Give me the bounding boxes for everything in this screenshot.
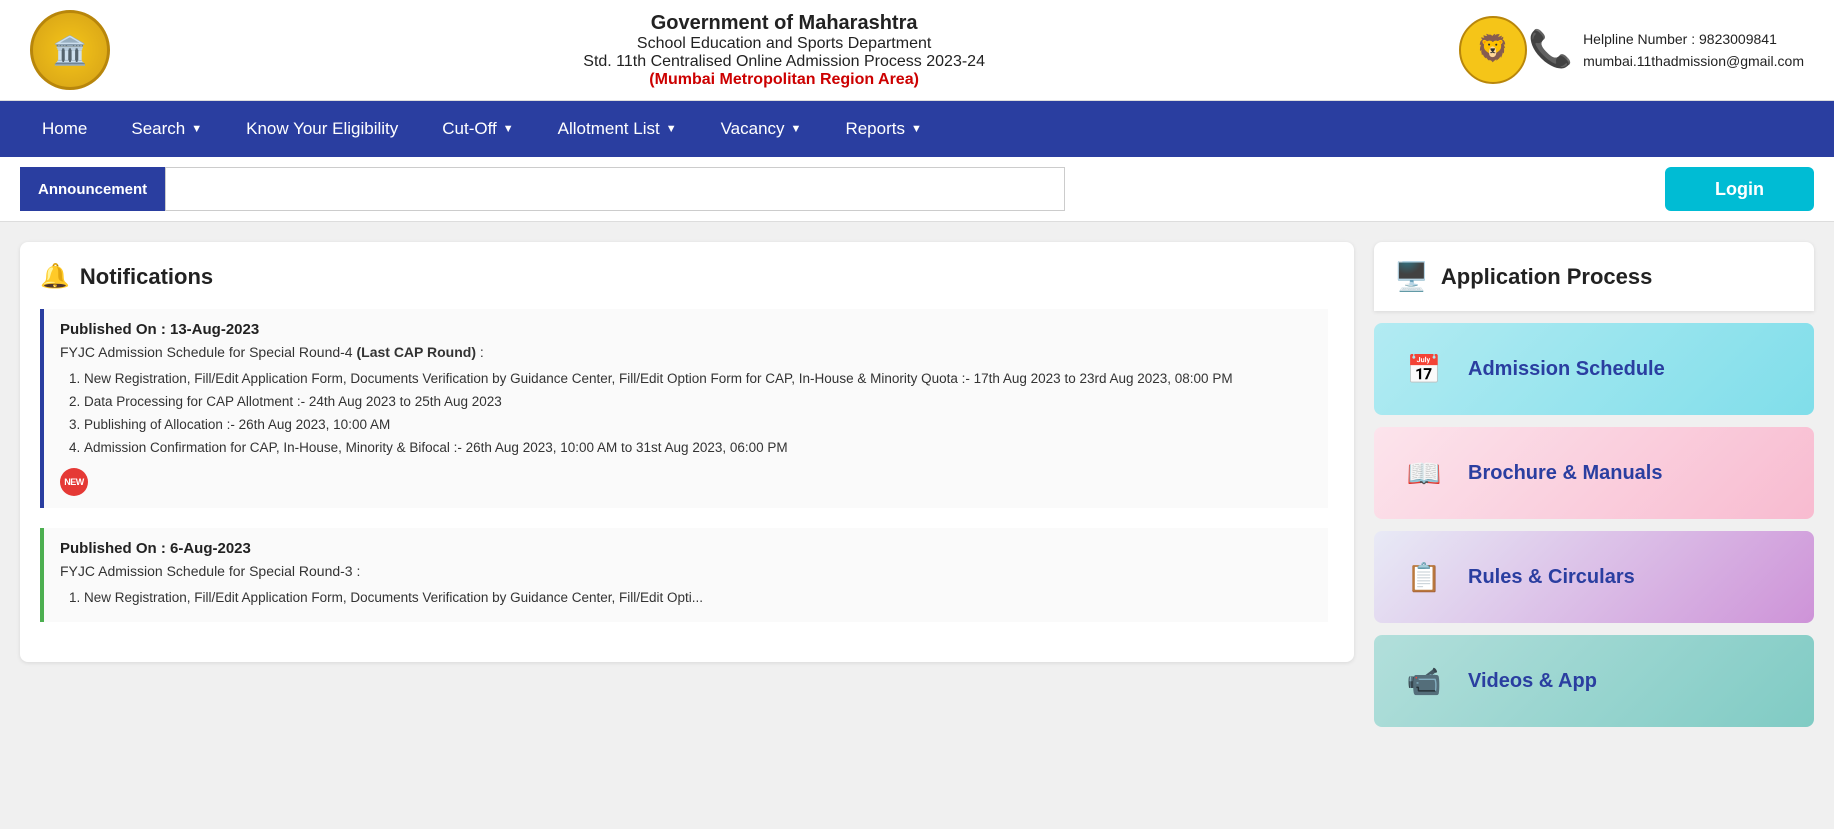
notification-item: Published On : 6-Aug-2023 FYJC Admission… — [40, 528, 1328, 622]
page-header: 🏛️ Government of Maharashtra School Educ… — [0, 0, 1834, 101]
notif-list-2: New Registration, Fill/Edit Application … — [60, 587, 1312, 610]
app-process-title: 🖥️ Application Process — [1374, 242, 1814, 311]
chevron-down-icon: ▼ — [503, 123, 514, 135]
nav-eligibility[interactable]: Know Your Eligibility — [224, 101, 420, 157]
dept-name: School Education and Sports Department — [110, 35, 1458, 53]
notif-title-1: FYJC Admission Schedule for Special Roun… — [60, 344, 1312, 360]
nav-home[interactable]: Home — [20, 101, 109, 157]
app-process-icon: 🖥️ — [1394, 260, 1429, 293]
admission-title: Std. 11th Centralised Online Admission P… — [110, 53, 1458, 71]
login-button[interactable]: Login — [1665, 167, 1814, 211]
card-brochure-manuals[interactable]: 📖 Brochure & Manuals — [1374, 427, 1814, 519]
main-content: 🔔 Notifications Published On : 13-Aug-20… — [0, 222, 1834, 759]
notifications-scroll[interactable]: Published On : 13-Aug-2023 FYJC Admissio… — [40, 309, 1334, 642]
notif-date-2: Published On : 6-Aug-2023 — [60, 540, 1312, 557]
notification-item: Published On : 13-Aug-2023 FYJC Admissio… — [40, 309, 1328, 508]
phone-icon: 📞 — [1528, 28, 1573, 70]
document-icon: 📋 — [1398, 551, 1450, 603]
chevron-down-icon: ▼ — [666, 123, 677, 135]
chevron-down-icon: ▼ — [791, 123, 802, 135]
helpline-number: Helpline Number : 9823009841 — [1583, 28, 1804, 50]
list-item: New Registration, Fill/Edit Application … — [84, 368, 1312, 391]
main-nav: Home Search ▼ Know Your Eligibility Cut-… — [0, 101, 1834, 157]
notif-date-1: Published On : 13-Aug-2023 — [60, 321, 1312, 338]
book-icon: 📖 — [1398, 447, 1450, 499]
app-cards: 📅 Admission Schedule 📖 Brochure & Manual… — [1374, 323, 1814, 739]
ashoka-logo: 🦁 — [1458, 15, 1528, 85]
chevron-down-icon: ▼ — [911, 123, 922, 135]
notifications-panel: 🔔 Notifications Published On : 13-Aug-20… — [20, 242, 1354, 662]
announcement-label: Announcement — [20, 167, 165, 211]
gov-name: Government of Maharashtra — [110, 12, 1458, 35]
list-item: Data Processing for CAP Allotment :- 24t… — [84, 391, 1312, 414]
notif-list-1: New Registration, Fill/Edit Application … — [60, 368, 1312, 460]
app-process-panel: 🖥️ Application Process 📅 Admission Sched… — [1374, 242, 1814, 739]
nav-cutoff[interactable]: Cut-Off ▼ — [420, 101, 535, 157]
nav-allotment[interactable]: Allotment List ▼ — [536, 101, 699, 157]
announcement-bar: Announcement Login — [0, 157, 1834, 222]
list-item: New Registration, Fill/Edit Application … — [84, 587, 1312, 610]
svg-text:🦁: 🦁 — [1477, 33, 1509, 63]
nav-vacancy[interactable]: Vacancy ▼ — [699, 101, 824, 157]
helpline-section: 📞 Helpline Number : 9823009841 mumbai.11… — [1528, 28, 1804, 73]
region-name: (Mumbai Metropolitan Region Area) — [110, 71, 1458, 89]
notifications-title: 🔔 Notifications — [40, 262, 1334, 291]
bell-icon: 🔔 — [40, 262, 70, 291]
card-videos-app[interactable]: 📹 Videos & App — [1374, 635, 1814, 727]
nav-reports[interactable]: Reports ▼ — [823, 101, 943, 157]
calendar-icon: 📅 — [1398, 343, 1450, 395]
helpline-email: mumbai.11thadmission@gmail.com — [1583, 50, 1804, 72]
video-icon: 📹 — [1398, 655, 1450, 707]
list-item: Publishing of Allocation :- 26th Aug 202… — [84, 414, 1312, 437]
list-item: Admission Confirmation for CAP, In-House… — [84, 437, 1312, 460]
header-center: Government of Maharashtra School Educati… — [110, 12, 1458, 89]
card-admission-schedule[interactable]: 📅 Admission Schedule — [1374, 323, 1814, 415]
maharashtra-logo: 🏛️ — [30, 10, 110, 90]
card-rules-circulars[interactable]: 📋 Rules & Circulars — [1374, 531, 1814, 623]
chevron-down-icon: ▼ — [191, 123, 202, 135]
nav-search[interactable]: Search ▼ — [109, 101, 224, 157]
new-badge: NEW — [60, 468, 88, 496]
logo-left: 🏛️ — [30, 10, 110, 90]
notif-title-2: FYJC Admission Schedule for Special Roun… — [60, 563, 1312, 579]
announcement-input[interactable] — [165, 167, 1065, 211]
